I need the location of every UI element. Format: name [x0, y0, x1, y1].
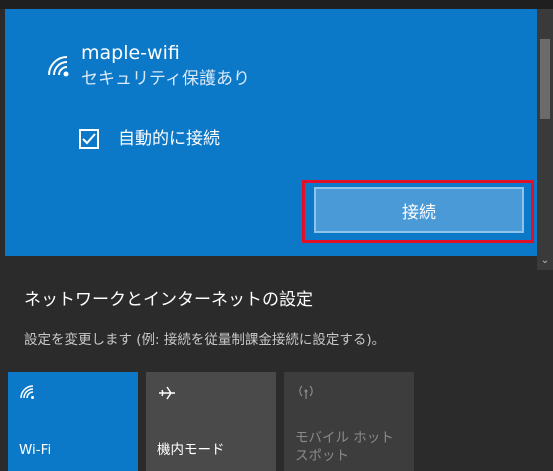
airplane-mode-tile[interactable]: 機内モード: [146, 372, 276, 471]
network-settings-description: 設定を変更します (例: 接続を従量制課金接続に設定する)。: [24, 332, 386, 348]
mobile-hotspot-tile[interactable]: モバイル ホットスポット: [284, 372, 414, 471]
network-name: maple-wifi: [81, 42, 180, 64]
scrollbar-thumb[interactable]: [540, 39, 550, 119]
wifi-signal-icon: [47, 55, 73, 77]
network-flyout: maple-wifi セキュリティ保護あり 自動的に接続 接続 ⌄ ネットワーク…: [0, 0, 553, 471]
top-strip: [0, 0, 553, 9]
scroll-down-icon[interactable]: ⌄: [539, 254, 551, 268]
auto-connect-option[interactable]: 自動的に接続: [79, 128, 220, 150]
scrollbar[interactable]: [537, 9, 553, 270]
network-security-status: セキュリティ保護あり: [81, 69, 250, 89]
auto-connect-label: 自動的に接続: [118, 129, 220, 149]
auto-connect-checkbox[interactable]: [79, 129, 99, 149]
airplane-icon: [158, 384, 176, 406]
checkmark-icon: [82, 133, 96, 145]
hotspot-tile-label: モバイル ホットスポット: [295, 430, 394, 464]
wifi-toggle-tile[interactable]: Wi-Fi: [8, 372, 138, 471]
connect-button[interactable]: 接続: [314, 187, 524, 233]
network-settings-link[interactable]: ネットワークとインターネットの設定: [24, 289, 313, 311]
wifi-icon: [20, 384, 36, 403]
wifi-tile-label: Wi-Fi: [19, 442, 52, 458]
airplane-tile-label: 機内モード: [157, 442, 225, 458]
hotspot-icon: [296, 384, 316, 404]
